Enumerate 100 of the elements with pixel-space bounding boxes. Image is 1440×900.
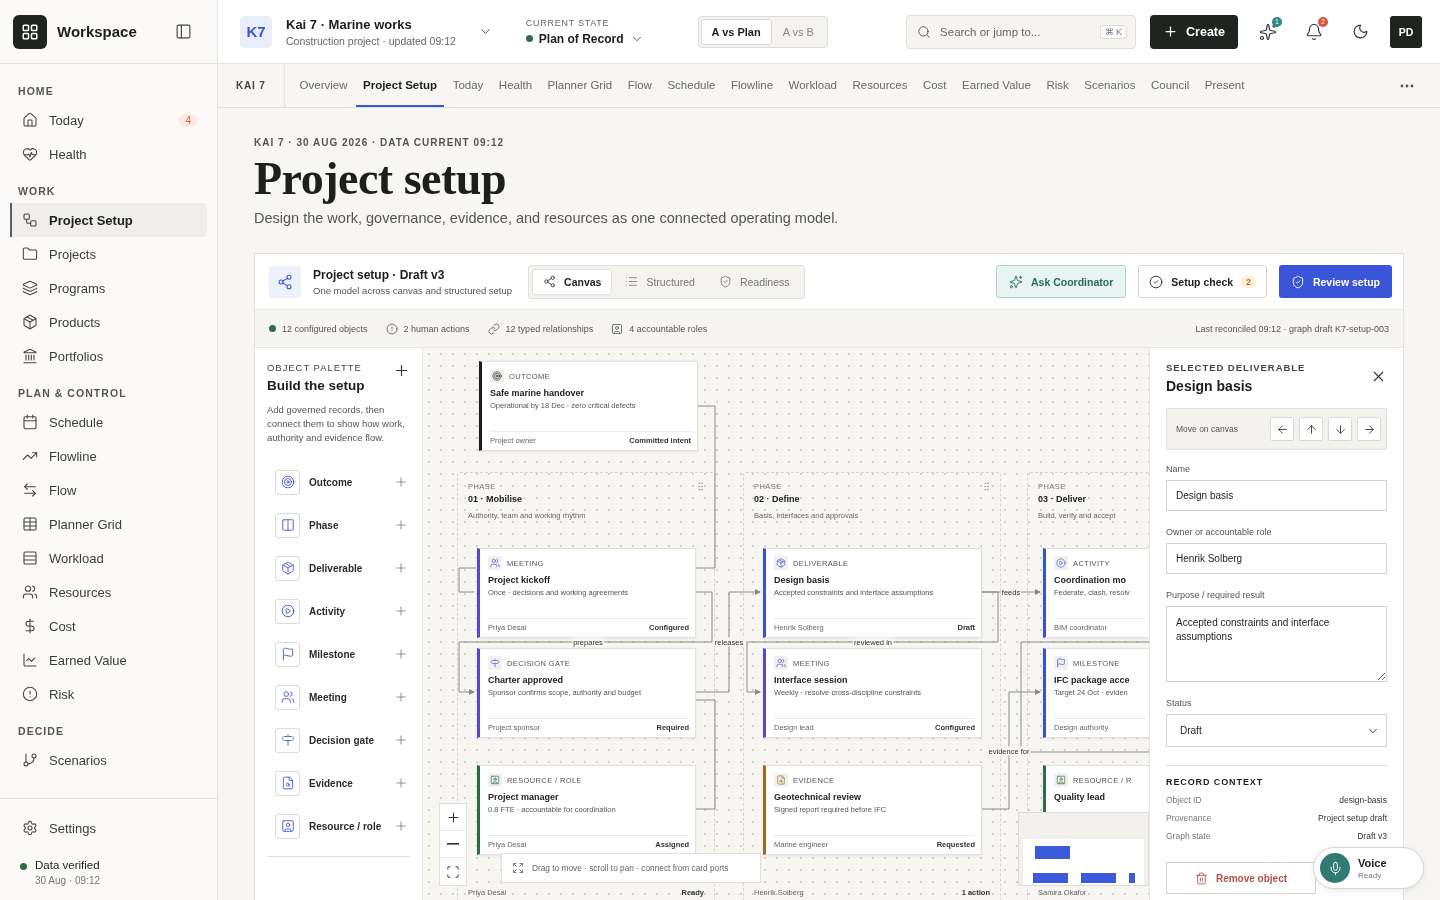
palette-item[interactable]: Deliverable	[309, 562, 385, 574]
connector-line[interactable]	[1020, 641, 1149, 753]
sidebar-item[interactable]: Planner Grid	[10, 507, 207, 541]
card-title: Geotechnical review	[774, 792, 862, 802]
people-icon	[280, 690, 295, 705]
nav-tab[interactable]: Today	[445, 64, 491, 107]
sparkle-icon	[1009, 274, 1024, 289]
text-area[interactable]: Accepted constraints and interface assumptions	[1166, 606, 1387, 682]
nav-tab[interactable]: Risk	[1039, 64, 1076, 107]
sidebar-item[interactable]: Today 4	[10, 103, 207, 137]
nav-tab[interactable]: Flowline	[723, 64, 781, 107]
sidebar-item[interactable]: Workload	[10, 541, 207, 575]
nav-tab[interactable]: Workload	[781, 64, 844, 107]
nav-tab[interactable]: Earned Value	[955, 64, 1038, 107]
setup-subtitle: One model across canvas and structured setup	[313, 284, 513, 296]
line-chart-icon	[22, 652, 38, 668]
minimap[interactable]	[1018, 812, 1149, 886]
sidebar-item[interactable]: Earned Value	[10, 643, 207, 677]
settings-link[interactable]: Settings	[10, 811, 207, 845]
palette-item[interactable]: Resource / role	[309, 820, 385, 832]
sidebar-item[interactable]: Scenarios	[10, 743, 207, 777]
review-setup-button[interactable]: Review setup	[1278, 265, 1392, 298]
sidebar-item[interactable]: Risk	[10, 677, 207, 711]
remove-button[interactable]: Remove object	[1166, 862, 1316, 894]
move-right-button[interactable]	[1357, 417, 1381, 441]
sidebar-item[interactable]: Schedule	[10, 405, 207, 439]
nav-tab[interactable]: Cost	[915, 64, 954, 107]
package-icon	[22, 314, 38, 330]
sidebar-item[interactable]: Programs	[10, 271, 207, 305]
nav-tab[interactable]: Flow	[620, 64, 659, 107]
item-label: Resources	[49, 584, 113, 600]
sidebar-item[interactable]: Flow	[10, 473, 207, 507]
move-up-button[interactable]	[1299, 417, 1323, 441]
voice-button[interactable]: Voice Ready	[1313, 847, 1424, 889]
item-label: Products	[49, 314, 102, 330]
columns-icon	[280, 518, 295, 533]
nav-tab[interactable]: Resources	[845, 64, 915, 107]
status-select[interactable]: Draft	[1166, 714, 1387, 747]
ask-coordinator-button[interactable]: Ask Coordinator	[996, 265, 1127, 298]
nav-tab[interactable]: Scenarios	[1077, 64, 1143, 107]
move-down-button[interactable]	[1328, 417, 1352, 441]
project-meta: Construction project · updated 09:12	[286, 34, 456, 47]
plus-icon	[393, 362, 410, 379]
sidebar-item[interactable]: Health	[10, 137, 207, 171]
heart-pulse-icon	[22, 146, 38, 162]
nav-tab[interactable]: Present	[1197, 64, 1252, 107]
palette-item[interactable]: Meeting	[309, 691, 385, 703]
input-field[interactable]: Henrik Solberg	[1166, 543, 1387, 574]
more-icon	[1400, 83, 1414, 88]
nav-tab[interactable]: Overview	[292, 64, 355, 107]
share-icon	[543, 275, 557, 288]
nav-tab[interactable]: Planner Grid	[540, 64, 620, 107]
settings-icon	[22, 820, 38, 836]
connector-arrow[interactable]	[746, 591, 999, 695]
palette-item[interactable]: Decision gate	[309, 734, 385, 746]
nav-tab[interactable]: Schedule	[660, 64, 723, 107]
state-selector[interactable]: Plan of Record	[525, 31, 644, 46]
flag-icon	[280, 647, 295, 662]
nav-tab[interactable]: Council	[1143, 64, 1197, 107]
phase-title: 02 · Define	[754, 494, 800, 504]
palette-item[interactable]: Evidence	[309, 777, 385, 789]
palette-item[interactable]: Phase	[309, 519, 385, 531]
view-tab[interactable]: Readiness	[707, 268, 801, 295]
branch-icon	[22, 752, 38, 768]
status-dot	[20, 863, 27, 870]
palette-item[interactable]: Outcome	[309, 476, 385, 488]
arrows-icon	[22, 482, 38, 498]
sidebar-item[interactable]: Projects	[10, 237, 207, 271]
person-card-icon	[611, 322, 624, 335]
create-button[interactable]: Create	[1150, 14, 1238, 49]
nav-tab[interactable]: Project Setup	[356, 64, 445, 107]
compare-option[interactable]: A vs Plan	[700, 18, 772, 45]
user-avatar[interactable]: PD	[1390, 15, 1422, 48]
setup-check-button[interactable]: Setup check 2	[1138, 265, 1267, 298]
context-value: Project setup draft	[1318, 813, 1387, 823]
sidebar-item[interactable]: Flowline	[10, 439, 207, 473]
sidebar-item[interactable]: Portfolios	[10, 339, 207, 373]
palette-item[interactable]: Activity	[309, 605, 385, 617]
stat-text: 4 accountable roles	[629, 323, 708, 334]
nav-tab[interactable]: Health	[491, 64, 540, 107]
minus-icon	[447, 843, 459, 845]
app-logo[interactable]	[13, 14, 47, 49]
add-button[interactable]	[393, 362, 410, 379]
panel-icon	[174, 23, 192, 40]
view-tab[interactable]: Canvas	[532, 268, 613, 295]
sidebar-item[interactable]: Cost	[10, 609, 207, 643]
connector-arrow[interactable]	[458, 591, 713, 695]
sidebar-item[interactable]: Products	[10, 305, 207, 339]
item-label: Risk	[49, 686, 76, 702]
layers-icon	[22, 280, 38, 296]
link-icon	[487, 322, 500, 335]
move-left-button[interactable]	[1270, 417, 1294, 441]
sidebar-item[interactable]: Resources	[10, 575, 207, 609]
input-field[interactable]: Design basis	[1166, 480, 1387, 511]
reconciled-text: Last reconciled 09:12 · graph draft K7-setup-003	[1195, 323, 1389, 334]
sidebar-item[interactable]: Project Setup	[10, 203, 207, 237]
palette-item[interactable]: Milestone	[309, 648, 385, 660]
view-tab[interactable]: Structured	[614, 268, 706, 295]
plus-icon	[394, 475, 408, 490]
connector-arrow[interactable]	[694, 589, 761, 693]
